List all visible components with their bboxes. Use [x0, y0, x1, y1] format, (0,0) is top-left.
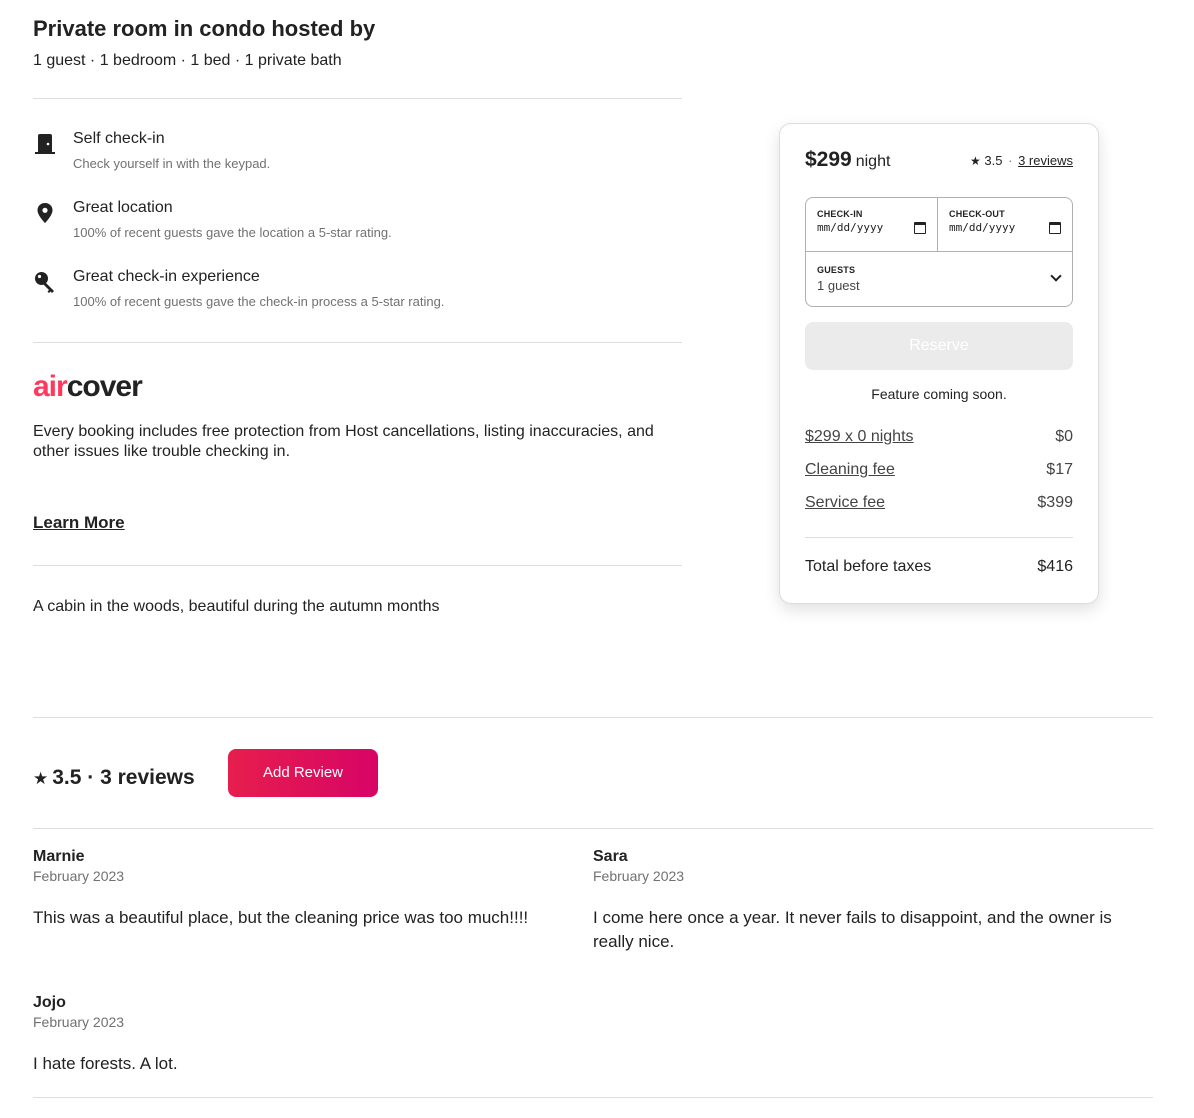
- key-icon: [33, 270, 57, 294]
- fee-label[interactable]: $299 x 0 nights: [805, 428, 914, 446]
- feature-description: 100% of recent guests gave the check-in …: [73, 294, 445, 309]
- review-item: Jojo February 2023 I hate forests. A lot…: [33, 994, 593, 1076]
- star-icon: ★: [33, 769, 49, 788]
- fee-row-service: Service fee $399: [805, 494, 1073, 514]
- location-pin-icon: [33, 201, 57, 225]
- learn-more-link[interactable]: Learn More: [33, 513, 125, 533]
- listing-description: A cabin in the woods, beautiful during t…: [33, 598, 440, 615]
- chevron-down-icon[interactable]: [1050, 270, 1062, 282]
- aircover-logo: aircover: [33, 370, 143, 403]
- total-label: Total before taxes: [805, 558, 932, 575]
- aircover-description: Every booking includes free protection f…: [33, 423, 654, 460]
- divider: [33, 1097, 1153, 1098]
- feature-title: Great check-in experience: [73, 268, 260, 285]
- fee-amount: $17: [1046, 461, 1073, 478]
- total-amount: $416: [1037, 558, 1073, 575]
- checkout-input[interactable]: CHECK-OUT mm/dd/yyyy: [938, 198, 1072, 251]
- nightly-price: $299 night: [805, 148, 891, 171]
- checkin-input[interactable]: CHECK-IN mm/dd/yyyy: [806, 198, 938, 251]
- review-text: I hate forests. A lot.: [33, 1054, 178, 1073]
- divider: [805, 537, 1073, 538]
- feature-great-location: Great location 100% of recent guests gav…: [33, 199, 653, 249]
- feature-check-in-experience: Great check-in experience 100% of recent…: [33, 268, 653, 318]
- reviewer-name: Marnie: [33, 848, 85, 865]
- reviews-link[interactable]: 3 reviews: [1018, 153, 1073, 168]
- review-date: February 2023: [593, 868, 685, 884]
- calendar-icon[interactable]: [914, 222, 926, 234]
- listing-details: 1 guest · 1 bedroom · 1 bed · 1 private …: [33, 52, 342, 69]
- divider: [33, 828, 1153, 829]
- review-date: February 2023: [33, 868, 125, 884]
- feature-title: Great location: [73, 199, 173, 216]
- fee-amount: $0: [1055, 428, 1073, 445]
- card-rating: ★ 3.5 · 3 reviews: [970, 153, 1073, 168]
- date-guest-picker: CHECK-IN mm/dd/yyyy CHECK-OUT mm/dd/yyyy…: [805, 197, 1073, 307]
- reserve-button[interactable]: Reserve: [805, 322, 1073, 370]
- divider: [33, 717, 1153, 718]
- booking-card: $299 night ★ 3.5 · 3 reviews CHECK-IN mm/…: [779, 123, 1099, 604]
- feature-self-check-in: Self check-in Check yourself in with the…: [33, 130, 653, 180]
- review-date: February 2023: [33, 1014, 125, 1030]
- fee-row-cleaning: Cleaning fee $17: [805, 461, 1073, 481]
- reviewer-name: Sara: [593, 848, 628, 865]
- review-text: This was a beautiful place, but the clea…: [33, 908, 529, 927]
- review-item: Marnie February 2023 This was a beautifu…: [33, 848, 593, 930]
- rating-value: 3.5: [984, 153, 1003, 168]
- coming-soon-note: Feature coming soon.: [871, 386, 1007, 402]
- door-icon: [33, 132, 57, 156]
- feature-title: Self check-in: [73, 130, 165, 147]
- fee-label[interactable]: Service fee: [805, 494, 885, 512]
- calendar-icon[interactable]: [1049, 222, 1061, 234]
- feature-description: 100% of recent guests gave the location …: [73, 225, 392, 240]
- divider: [33, 565, 682, 566]
- divider: [33, 98, 682, 99]
- divider: [33, 342, 682, 343]
- guests-select[interactable]: GUESTS 1 guest: [806, 251, 1072, 306]
- add-review-button[interactable]: Add Review: [228, 749, 378, 797]
- feature-description: Check yourself in with the keypad.: [73, 156, 271, 171]
- reviewer-name: Jojo: [33, 994, 66, 1011]
- reviews-summary: ★ 3.5 · 3 reviews: [33, 766, 195, 789]
- fee-amount: $399: [1037, 494, 1073, 511]
- review-item: Sara February 2023 I come here once a ye…: [593, 848, 1153, 954]
- review-text: I come here once a year. It never fails …: [593, 908, 1112, 951]
- star-icon: ★: [970, 154, 981, 168]
- fee-label[interactable]: Cleaning fee: [805, 461, 895, 479]
- fee-row-nights: $299 x 0 nights $0: [805, 428, 1073, 448]
- listing-title: Private room in condo hosted by: [33, 16, 376, 41]
